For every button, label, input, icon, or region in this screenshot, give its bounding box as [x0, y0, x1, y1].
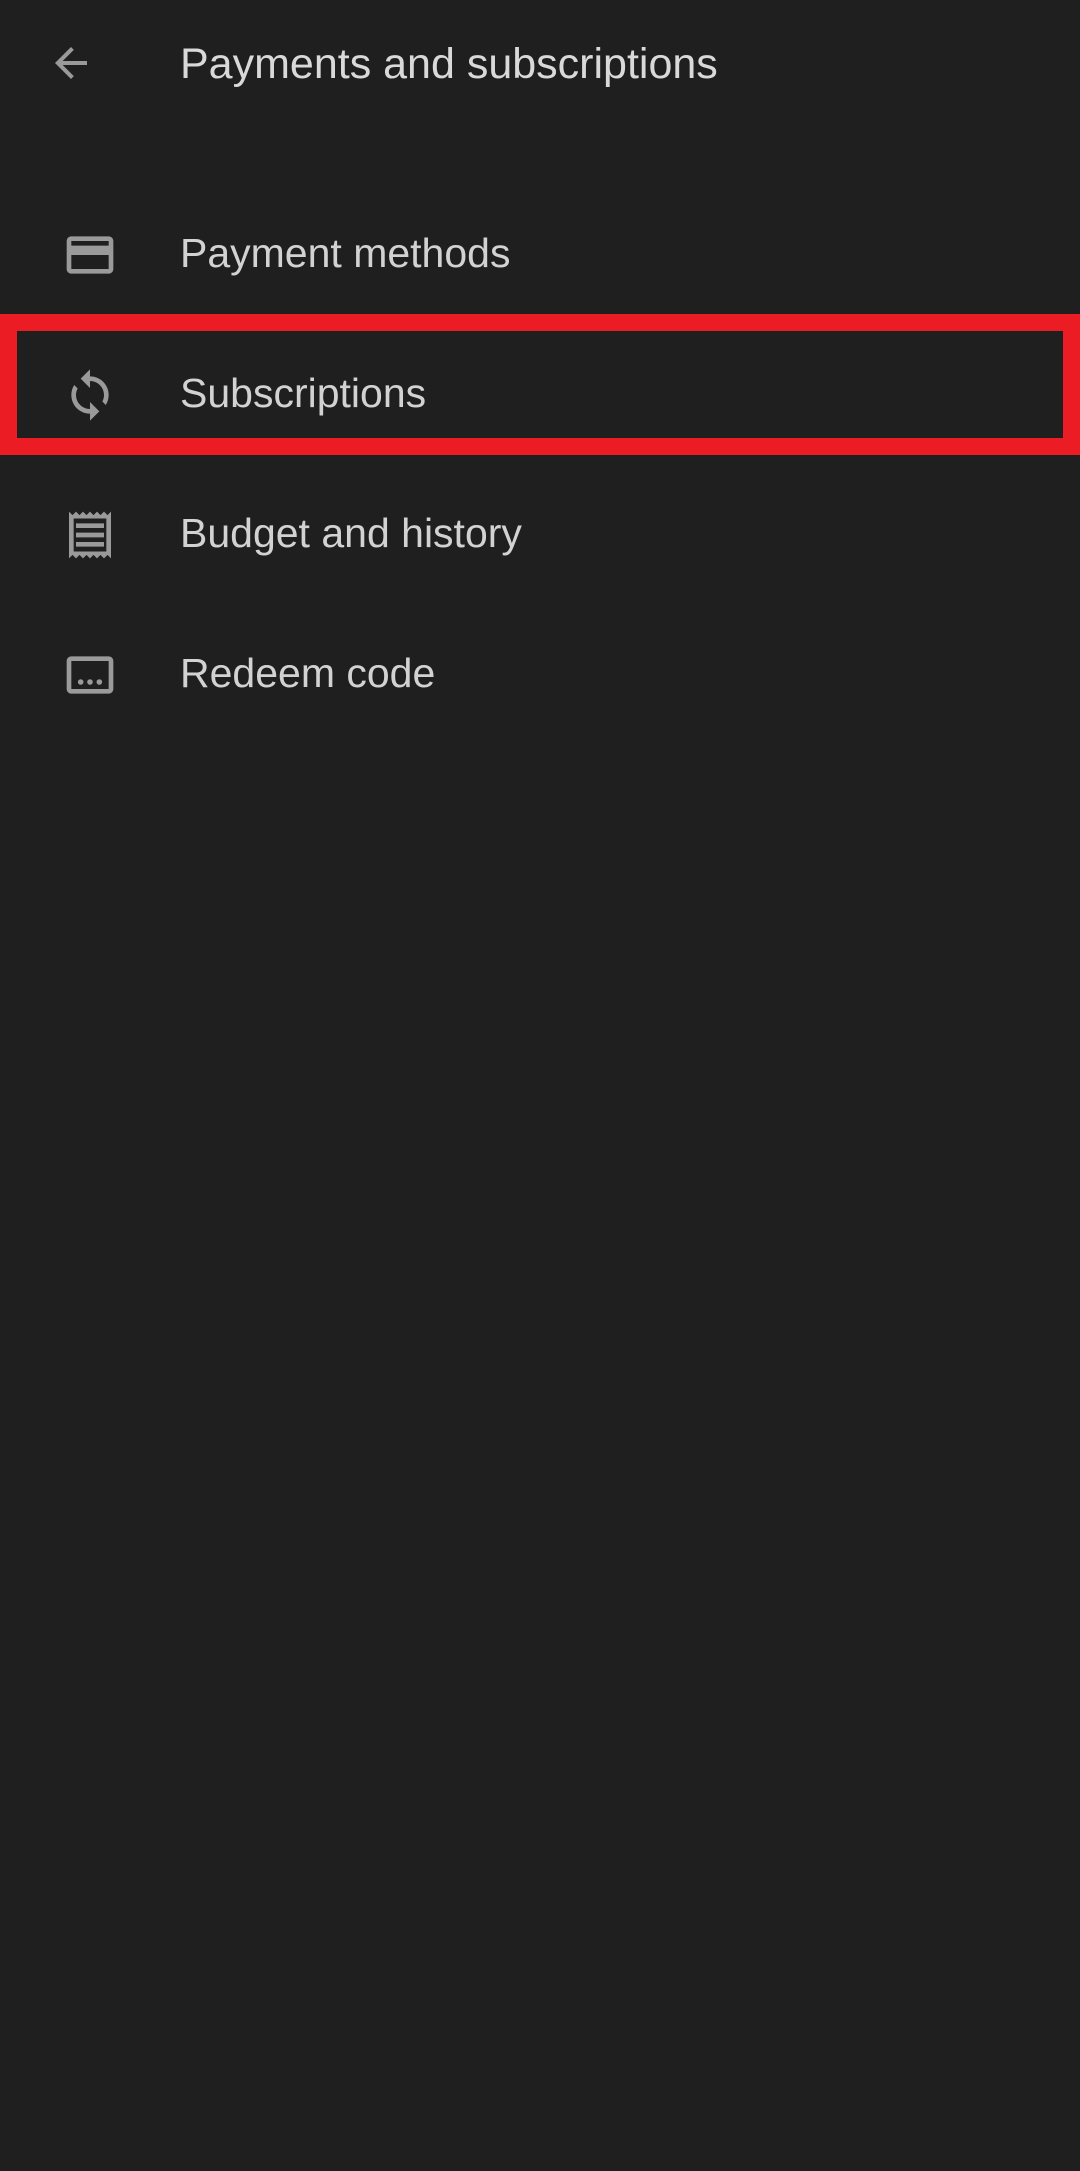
menu-item-label: Redeem code	[180, 650, 436, 696]
credit-card-icon	[60, 225, 120, 285]
back-button[interactable]	[38, 30, 104, 96]
menu-list: Payment methods Subscriptions Budget and…	[0, 180, 1080, 740]
sync-icon	[60, 365, 120, 425]
menu-item-label: Payment methods	[180, 230, 511, 276]
app-bar: Payments and subscriptions	[0, 0, 1080, 130]
arrow-back-icon	[55, 47, 87, 79]
menu-item-redeem-code[interactable]: Redeem code	[0, 600, 1080, 740]
menu-item-label: Subscriptions	[180, 370, 427, 416]
menu-item-subscriptions[interactable]: Subscriptions	[0, 320, 1080, 460]
menu-item-label: Budget and history	[180, 510, 522, 556]
redeem-code-icon	[60, 645, 120, 705]
receipt-icon	[60, 505, 120, 565]
menu-item-budget-and-history[interactable]: Budget and history	[0, 460, 1080, 600]
menu-item-payment-methods[interactable]: Payment methods	[0, 180, 1080, 320]
page-title: Payments and subscriptions	[180, 40, 718, 88]
